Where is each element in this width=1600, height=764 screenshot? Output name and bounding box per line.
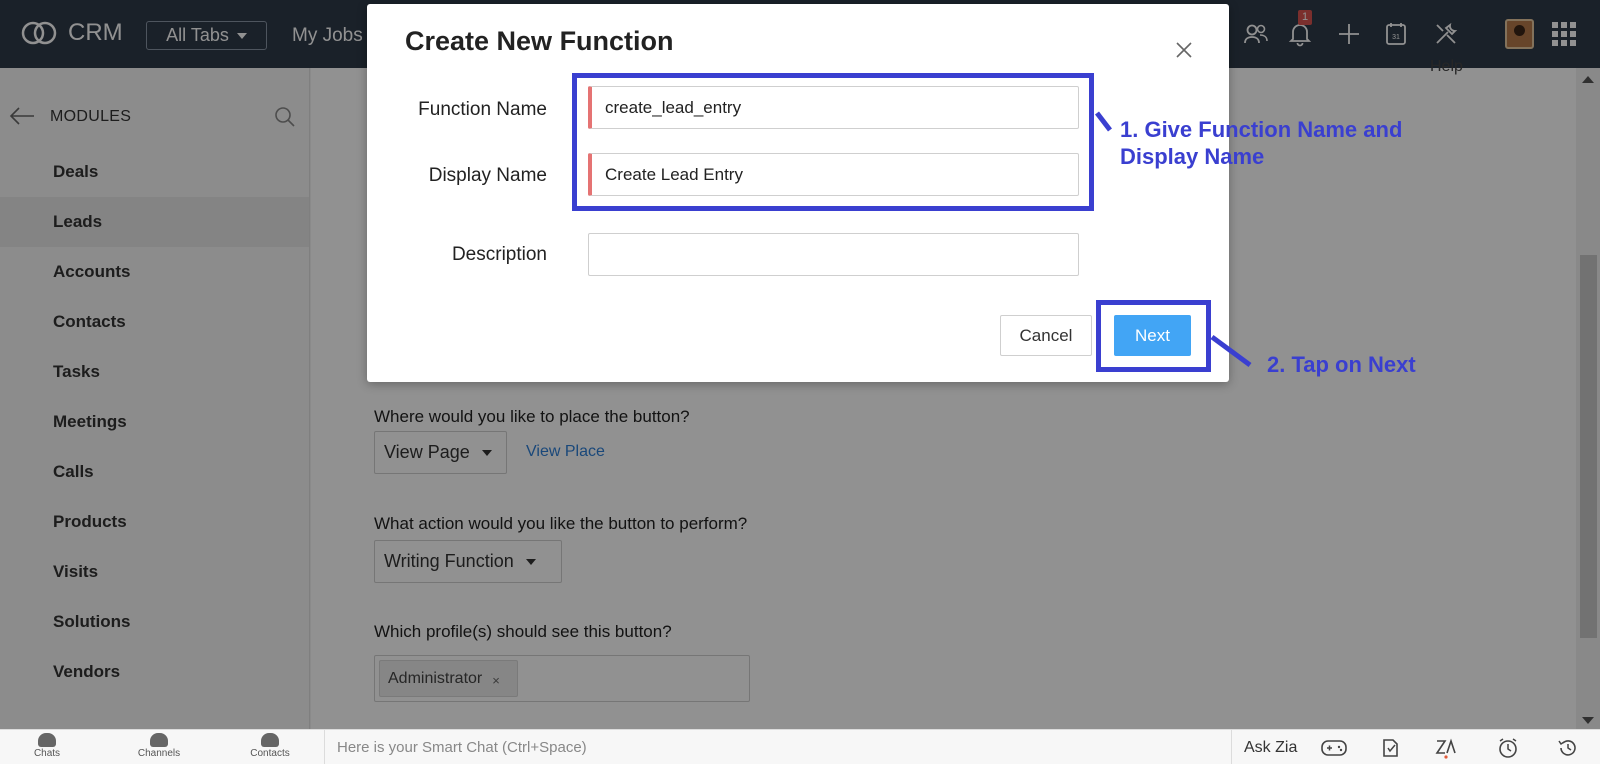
bottom-chats-label: Chats (33, 748, 61, 759)
bottom-channels-button[interactable]: Channels (129, 733, 189, 759)
history-icon[interactable] (1555, 736, 1581, 760)
annotation-connector-lines (1095, 111, 1252, 368)
ask-zia-button[interactable]: Ask Zia (1244, 739, 1297, 757)
step-one-line-two: Display Name (1120, 144, 1265, 169)
step-two-annotation: 2. Tap on Next (1267, 352, 1416, 377)
bottom-contacts-label: Contacts (250, 748, 290, 759)
contact-person-icon (261, 733, 279, 747)
channels-group-icon (150, 733, 168, 747)
smart-chat-input[interactable]: Here is your Smart Chat (Ctrl+Space) (324, 730, 1232, 764)
chat-bubble-icon (38, 733, 56, 747)
bottom-channels-label: Channels (137, 748, 181, 759)
alarm-clock-icon[interactable] (1495, 736, 1521, 760)
gamepad-icon[interactable] (1321, 736, 1347, 760)
bottom-contacts-button[interactable]: Contacts (240, 733, 300, 759)
bottom-bar: Chats Channels Contacts Here is your Sma… (0, 729, 1600, 764)
smart-chat-placeholder: Here is your Smart Chat (Ctrl+Space) (337, 739, 587, 756)
bottom-chats-button[interactable]: Chats (17, 733, 77, 759)
step-one-annotation: 1. Give Function Name and Display Name (1120, 116, 1402, 170)
notes-icon[interactable] (1377, 736, 1403, 760)
step-one-line-one: 1. Give Function Name and (1120, 117, 1403, 142)
zia-icon[interactable] (1433, 736, 1459, 760)
